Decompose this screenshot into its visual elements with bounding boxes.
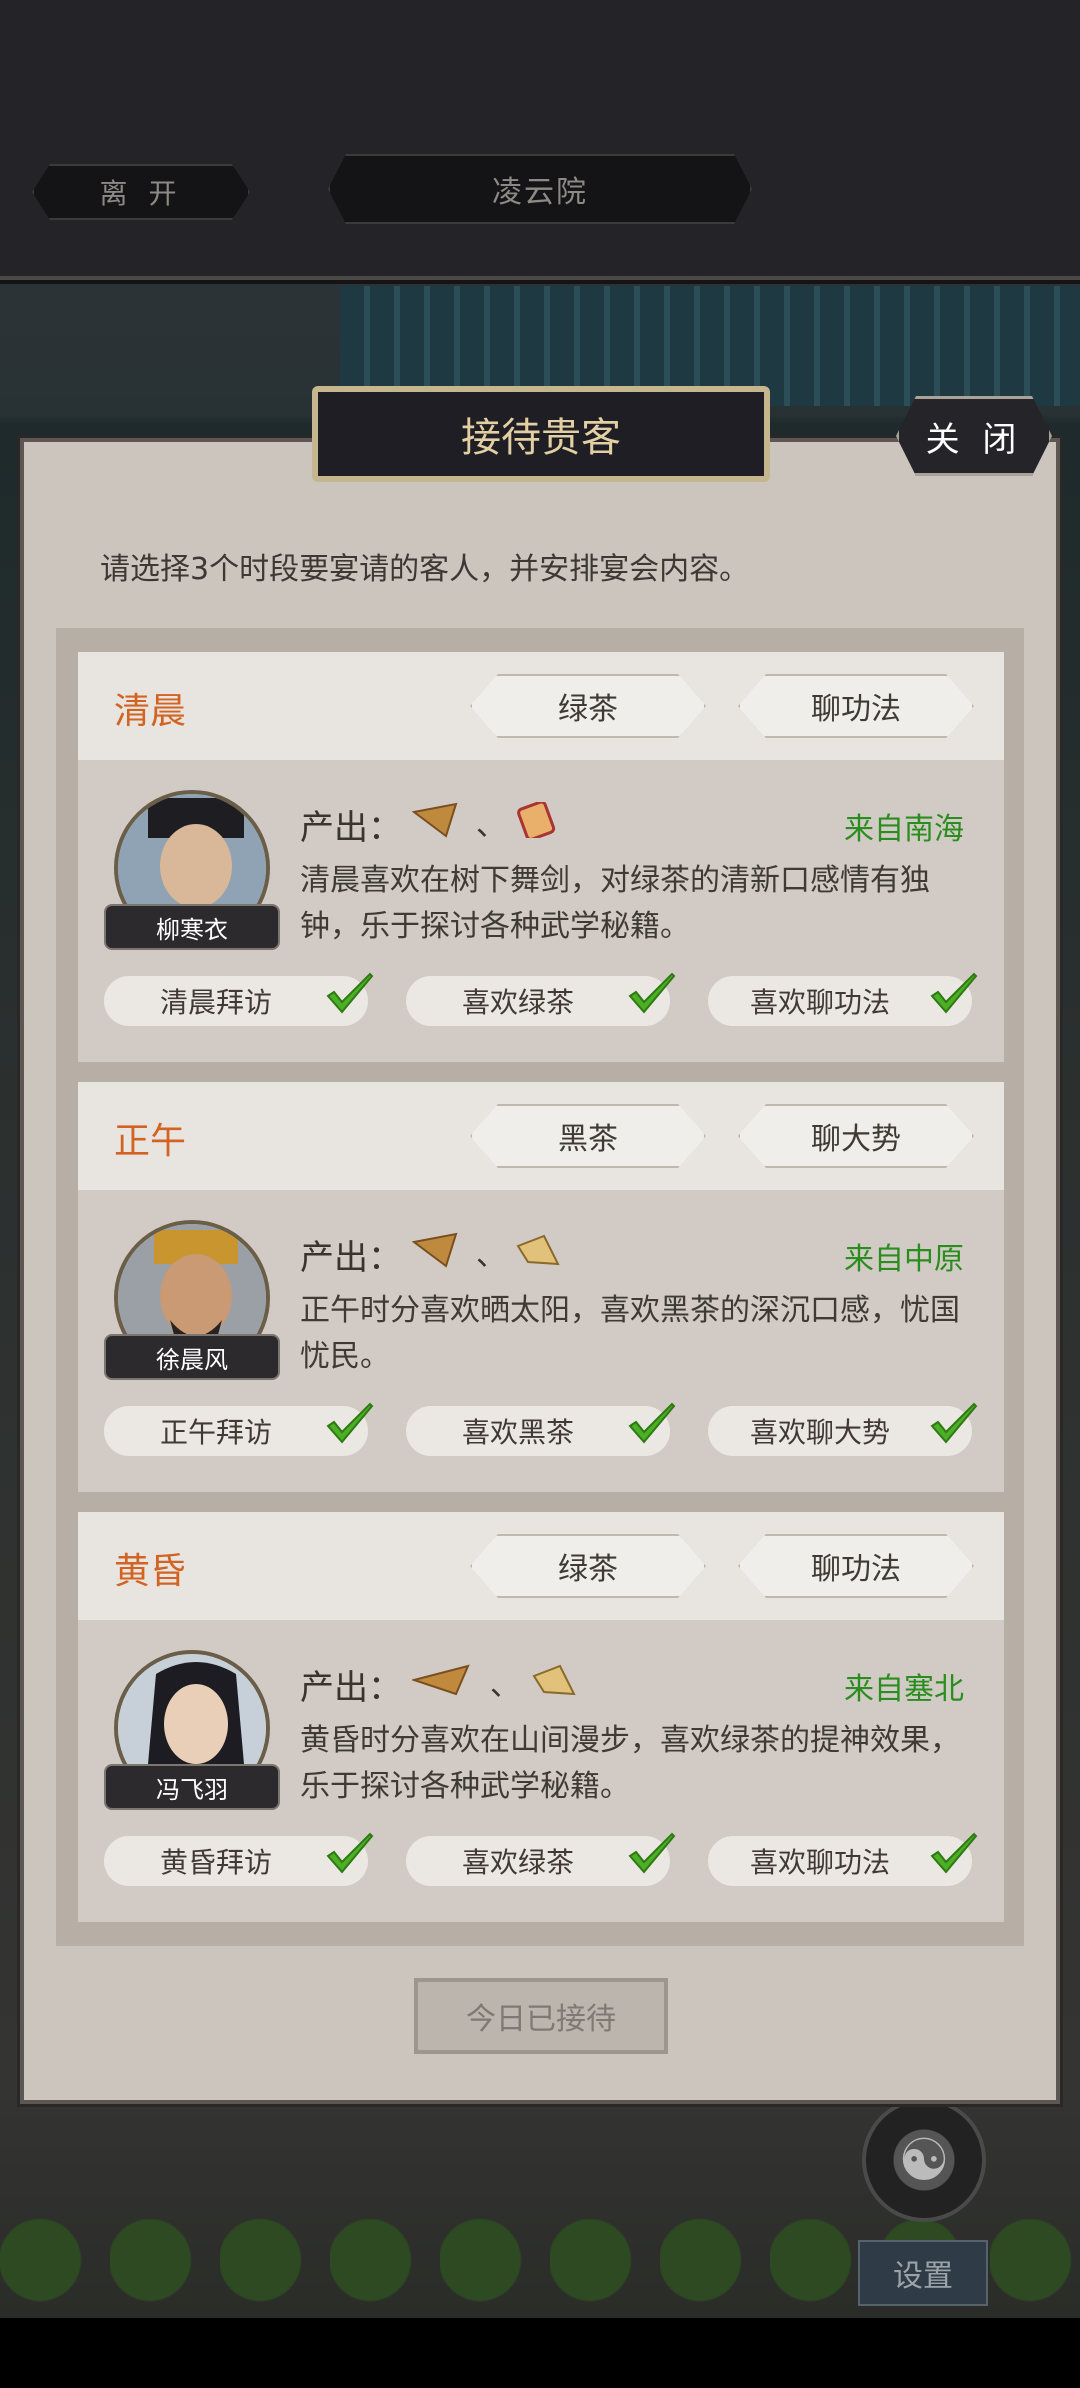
check-icon (628, 1402, 676, 1444)
period-label: 正午 (114, 1121, 187, 1162)
guest-description: 黄昏时分喜欢在山间漫步，喜欢绿茶的提神效果，乐于探讨各种武学秘籍。 (300, 1723, 960, 1804)
tag-label: 清晨拜访 (159, 986, 272, 1019)
tag-tea-preference: 喜欢绿茶 (406, 1832, 676, 1886)
guest-description: 正午时分喜欢晒太阳，喜欢黑茶的深沉口感，忧国忧民。 (300, 1293, 960, 1374)
tag-topic-preference: 喜欢聊功法 (708, 1832, 978, 1886)
guest-card-morning: 清晨 绿茶 聊功法 柳寒衣 产出： 、 来自南海 清晨喜欢在树下舞剑，对绿茶的清… (78, 652, 1004, 1062)
guest-card-header: 正午 黑茶 聊大势 (78, 1082, 1004, 1190)
leave-button[interactable]: 离 开 (32, 164, 250, 220)
taiji-icon[interactable]: ☯ (862, 2098, 986, 2222)
guest-tags: 正午拜访 喜欢黑茶 喜欢聊大势 (104, 1402, 994, 1460)
scroll-item-icon[interactable] (412, 1232, 460, 1268)
guest-card-body: 徐晨风 产出： 、 来自中原 正午时分喜欢晒太阳，喜欢黑茶的深沉口感，忧国忧民。… (78, 1190, 1004, 1492)
tag-visit-time: 正午拜访 (104, 1402, 374, 1456)
check-icon (326, 972, 374, 1014)
settings-button[interactable]: 设置 (858, 2240, 988, 2306)
top-bar: 离 开 凌云院 (0, 0, 1080, 280)
tag-label: 喜欢黑茶 (461, 1416, 574, 1449)
tag-label: 喜欢绿茶 (461, 986, 574, 1019)
output-label: 产出： (300, 808, 402, 848)
dialog-instruction: 请选择3个时段要宴请的客人，并安排宴会内容。 (100, 552, 750, 587)
scroll-item-icon[interactable] (412, 802, 460, 838)
check-icon (628, 1832, 676, 1874)
topic-select-button[interactable]: 聊大势 (738, 1104, 974, 1168)
item-separator: 、 (490, 1668, 520, 1703)
scroll-item-icon[interactable] (412, 1662, 472, 1698)
guest-description: 清晨喜欢在树下舞剑，对绿茶的清新口感情有独钟，乐于探讨各种武学秘籍。 (300, 863, 930, 944)
guest-name: 冯飞羽 (104, 1764, 280, 1810)
guest-name: 徐晨风 (104, 1334, 280, 1380)
guest-origin: 来自中原 (844, 1242, 964, 1277)
guest-card-body: 冯飞羽 产出： 、 来自塞北 黄昏时分喜欢在山间漫步，喜欢绿茶的提神效果，乐于探… (78, 1620, 1004, 1922)
guest-tags: 黄昏拜访 喜欢绿茶 喜欢聊功法 (104, 1832, 994, 1890)
scroll-item-icon[interactable] (514, 1232, 562, 1268)
tag-topic-preference: 喜欢聊功法 (708, 972, 978, 1026)
period-label: 清晨 (114, 691, 187, 732)
check-icon (326, 1402, 374, 1444)
guest-card-header: 黄昏 绿茶 聊功法 (78, 1512, 1004, 1620)
check-icon (930, 1832, 978, 1874)
check-icon (628, 972, 676, 1014)
check-icon (930, 1402, 978, 1444)
guest-card-body: 柳寒衣 产出： 、 来自南海 清晨喜欢在树下舞剑，对绿茶的清新口感情有独钟，乐于… (78, 760, 1004, 1062)
close-button[interactable]: 关 闭 (896, 396, 1052, 476)
guest-card-dusk: 黄昏 绿茶 聊功法 冯飞羽 产出： 、 来自塞北 黄昏时分喜欢在山间漫步，喜欢绿… (78, 1512, 1004, 1922)
tea-select-button[interactable]: 绿茶 (470, 1534, 706, 1598)
output-label: 产出： (300, 1238, 402, 1278)
tag-label: 正午拜访 (159, 1416, 272, 1449)
scroll-item-icon[interactable] (530, 1662, 578, 1698)
received-today-button[interactable]: 今日已接待 (414, 1978, 668, 2054)
guest-origin: 来自塞北 (844, 1672, 964, 1707)
bottom-bar (0, 2318, 1080, 2388)
output-label: 产出： (300, 1668, 402, 1708)
tag-visit-time: 清晨拜访 (104, 972, 374, 1026)
tag-label: 黄昏拜访 (159, 1846, 272, 1879)
tag-label: 喜欢聊大势 (749, 1416, 890, 1449)
tag-label: 喜欢绿茶 (461, 1846, 574, 1879)
item-separator: 、 (476, 1238, 506, 1273)
guest-card-noon: 正午 黑茶 聊大势 徐晨风 产出： 、 来自中原 正午时分喜欢晒太阳，喜欢黑茶的… (78, 1082, 1004, 1492)
tea-select-button[interactable]: 黑茶 (470, 1104, 706, 1168)
location-label: 凌云院 (328, 154, 752, 224)
guest-name: 柳寒衣 (104, 904, 280, 950)
tag-tea-preference: 喜欢黑茶 (406, 1402, 676, 1456)
tag-tea-preference: 喜欢绿茶 (406, 972, 676, 1026)
dialog-title: 接待贵客 (312, 386, 770, 482)
book-item-icon[interactable] (514, 802, 562, 838)
check-icon (930, 972, 978, 1014)
tag-label: 喜欢聊功法 (749, 986, 890, 1019)
period-label: 黄昏 (114, 1551, 187, 1592)
topic-select-button[interactable]: 聊功法 (738, 1534, 974, 1598)
item-separator: 、 (476, 808, 506, 843)
tea-select-button[interactable]: 绿茶 (470, 674, 706, 738)
topic-select-button[interactable]: 聊功法 (738, 674, 974, 738)
tag-visit-time: 黄昏拜访 (104, 1832, 374, 1886)
guest-tags: 清晨拜访 喜欢绿茶 喜欢聊功法 (104, 972, 994, 1030)
guest-card-header: 清晨 绿茶 聊功法 (78, 652, 1004, 760)
check-icon (326, 1832, 374, 1874)
tag-label: 喜欢聊功法 (749, 1846, 890, 1879)
tag-topic-preference: 喜欢聊大势 (708, 1402, 978, 1456)
guest-origin: 来自南海 (844, 812, 964, 847)
